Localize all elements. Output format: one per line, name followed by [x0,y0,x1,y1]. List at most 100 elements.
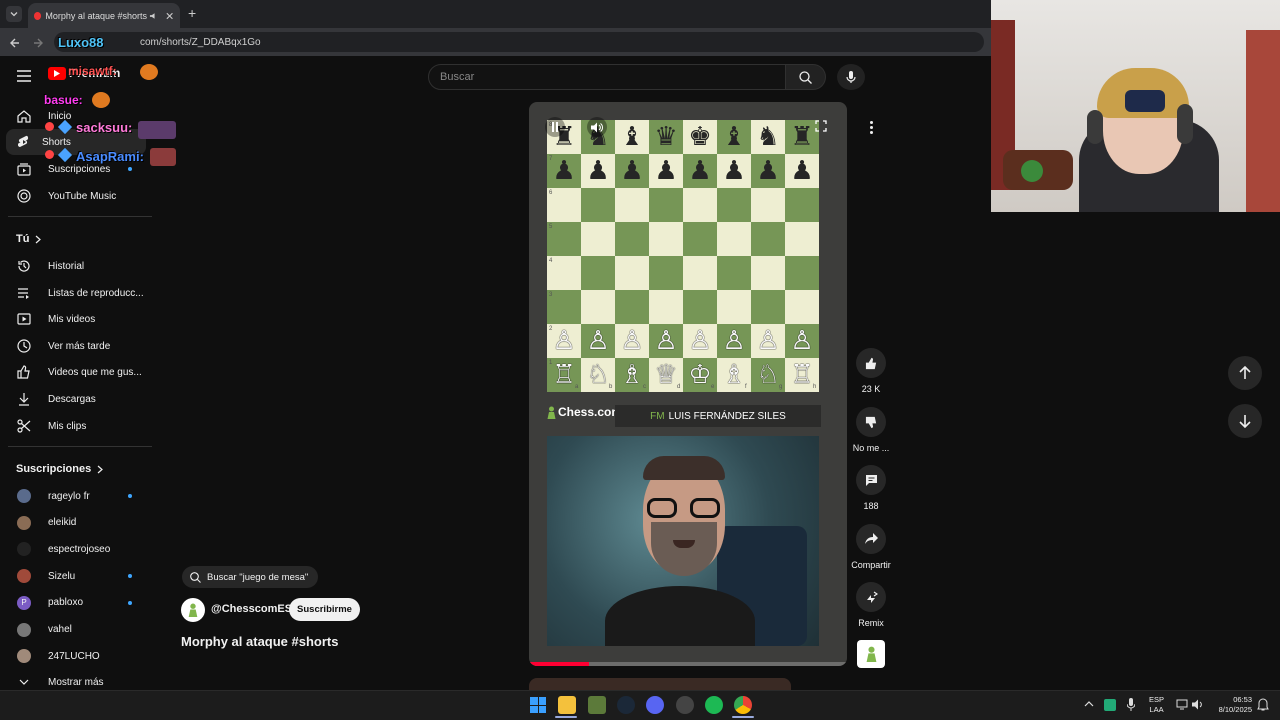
sidebar-sub-item[interactable]: Ppabloxo [0,590,152,616]
channel-avatar[interactable] [181,598,205,622]
like-action[interactable]: 23 K [851,348,891,394]
steam-icon[interactable] [617,696,635,714]
sidebar-item-ver-mas-tarde[interactable]: Ver más tarde [0,333,152,359]
spotify-icon[interactable] [705,696,723,714]
thumbs-down-icon [865,416,876,428]
clock[interactable]: 06:53 8/10/2025 [1212,695,1252,715]
notification-bell-icon[interactable] [1257,698,1269,711]
dot [869,120,873,124]
sidebar-item-youtube-music[interactable]: YouTube Music [0,183,152,209]
chrome-icon[interactable] [734,696,752,714]
sidebar-item-label: rageylo fr [48,490,90,502]
sidebar-item-descargas[interactable]: Descargas [0,386,152,412]
tray-app-icon[interactable] [1104,699,1116,711]
comments-action[interactable]: 188 [851,465,891,511]
like-button[interactable] [856,348,886,378]
comments-button[interactable] [856,465,886,495]
streamer-webcam [991,0,1280,212]
speaker-icon[interactable] [1192,699,1204,710]
volume-icon [591,122,603,132]
board-square [751,222,785,256]
sidebar-sub-item[interactable]: vahel [0,617,152,643]
dislike-action[interactable]: No me ... [851,407,891,453]
fullscreen-button[interactable] [815,120,827,132]
url-field[interactable]: com/shorts/Z_DDABqx1Go [54,32,984,52]
sidebar-sub-item[interactable]: Sizelu [0,563,152,589]
chess-piece: ♞ [756,122,780,152]
chess-piece: ♜ [790,122,814,152]
windows-start-icon[interactable] [530,697,546,713]
next-short-button[interactable] [1228,404,1262,438]
search-suggestion-chip[interactable]: Buscar "juego de mesa" [182,566,319,588]
voice-search-button[interactable] [837,64,865,90]
sidebar-item-videos-gustan[interactable]: Videos que me gus... [0,359,152,385]
sidebar-item-mis-videos[interactable]: Mis videos [0,306,152,332]
tile [530,705,538,713]
chess-piece: ♙ [586,326,610,356]
back-arrow-icon[interactable] [9,37,21,49]
speaker-icon[interactable] [149,11,158,21]
board-square [785,290,819,324]
discord-icon[interactable] [646,696,664,714]
pawn-logo-icon [188,603,198,617]
chat-emote-icon [140,64,158,80]
new-content-dot [128,494,132,498]
chat-badge-icon [45,150,54,159]
new-tab-button[interactable]: + [188,5,196,21]
sidebar-item-mis-clips[interactable]: Mis clips [0,413,152,439]
sidebar-item-historial[interactable]: Historial [0,253,152,279]
forward-arrow-icon[interactable] [32,37,44,49]
presenter-hair [643,456,725,480]
file-explorer-icon[interactable] [558,696,576,714]
close-icon[interactable] [165,11,174,21]
share-action[interactable]: Compartir [846,524,896,570]
short-video-player[interactable]: ♜ ♞ ♝ ♛ ♚ ♝ ♞ ♜ 8 ♟ ♟ ♟ ♟ ♟ ♟ ♟ ♟ 7 6 5 4 3 ♙ ♙ ♙ ♙ ♙ ♙ ♙ ♙ 2 ♖ ♘ ♗ ♕ ♔ ♗ ♘ ♖ 1… [529,102,847,666]
previous-short-button[interactable] [1228,356,1262,390]
sound-thumbnail[interactable] [857,640,885,668]
chess-piece: ♝ [722,122,746,152]
search-button[interactable] [786,64,826,90]
dislike-button[interactable] [856,407,886,437]
remix-action[interactable]: Remix [851,582,891,628]
presenter-video [547,436,819,646]
remix-button[interactable] [856,582,886,612]
sidebar-sub-item[interactable]: rageylo fr [0,483,152,509]
chess-piece: ♙ [620,326,644,356]
pause-button[interactable] [545,117,565,137]
language-code: ESP [1149,695,1165,704]
channel-name[interactable]: @ChesscomES [211,603,292,615]
watch-later-icon [0,339,48,353]
tab-search-button[interactable] [6,6,22,22]
search-input[interactable]: Buscar [428,64,786,90]
subscribe-button[interactable]: Suscribirme [289,598,360,621]
section-title-tu[interactable]: Tú [16,233,42,245]
progress-track[interactable] [529,662,847,666]
sidebar-sub-item[interactable]: 247LUCHO [0,643,152,669]
board-square [785,222,819,256]
tile [530,697,538,705]
minecraft-icon[interactable] [588,696,606,714]
sidebar-item-label: Sizelu [48,570,76,582]
section-title-suscripciones[interactable]: Suscripciones [16,463,104,475]
share-button[interactable] [856,524,886,554]
volume-button[interactable] [587,117,607,137]
sidebar-sub-item[interactable]: eleikid [0,510,152,536]
clips-icon [0,419,48,433]
sidebar-sub-item[interactable]: espectrojoseo [0,536,152,562]
sidebar-item-listas[interactable]: Listas de reproducc... [0,280,152,306]
language-indicator[interactable]: ESP LAA [1149,695,1164,715]
more-options-button[interactable] [862,117,880,137]
network-icon[interactable] [1176,699,1188,710]
youtube-play-icon [48,66,66,80]
chess-piece: ♟ [620,156,644,186]
comment-icon [865,474,877,486]
menu-icon[interactable] [17,70,31,82]
url-text: com/shorts/Z_DDABqx1Go [140,36,261,48]
file-label: h [813,384,817,390]
next-short-preview[interactable] [529,678,791,690]
share-icon [864,533,878,544]
microphone-icon[interactable] [1127,698,1135,711]
obs-icon[interactable] [676,696,694,714]
browser-tab[interactable]: Morphy al ataque #shorts [28,3,180,28]
tray-chevron-up-icon[interactable] [1084,700,1094,708]
